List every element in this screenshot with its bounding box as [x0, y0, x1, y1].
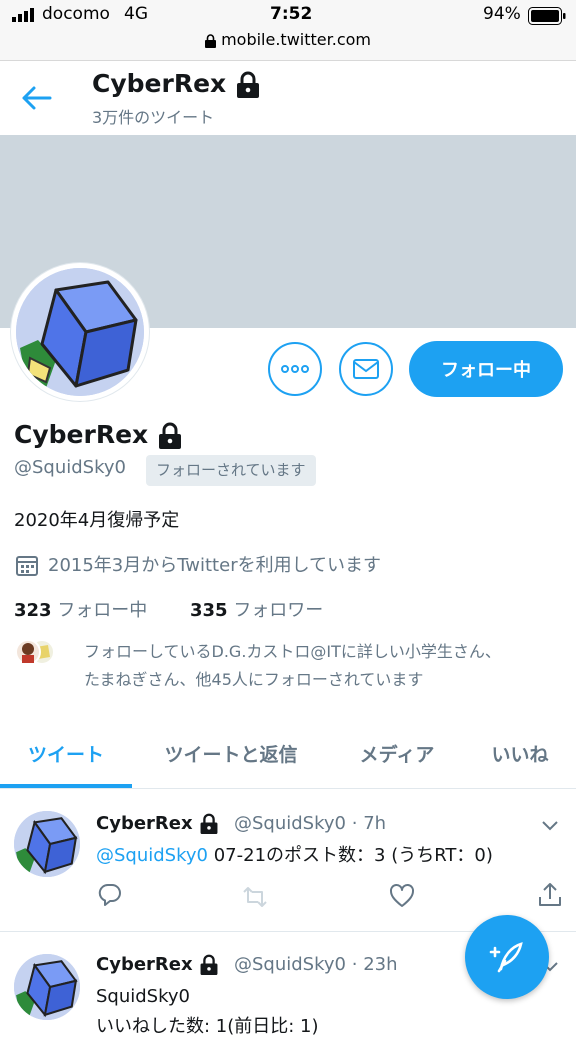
back-arrow-icon[interactable] [20, 85, 54, 111]
tab-tweets[interactable]: ツイート [0, 718, 132, 788]
tweet-meta: @SquidSky0 · 23h [234, 954, 398, 975]
chevron-down-icon[interactable] [540, 819, 560, 833]
compose-tweet-button[interactable] [465, 915, 549, 999]
protected-lock-icon [200, 954, 218, 975]
profile-handle: @SquidSky0 [14, 457, 126, 478]
mutual-followers-avatars[interactable] [14, 637, 74, 667]
meta-separator: · [351, 954, 358, 975]
followers-stat[interactable]: 335 フォロワー [190, 596, 323, 622]
protected-lock-icon [200, 813, 218, 834]
share-icon[interactable] [537, 882, 563, 908]
following-count: 323 [14, 600, 52, 621]
lock-icon [204, 33, 216, 48]
tweet-author[interactable]: CyberRex [96, 954, 219, 976]
following-stat[interactable]: 323 フォロー中 [14, 596, 147, 622]
tweet-text-body: 07-21のポスト数：3 (うちRT：0) [208, 845, 493, 866]
tweet-avatar[interactable] [14, 954, 80, 1020]
tweet-author[interactable]: CyberRex [96, 813, 219, 835]
meta-separator: · [351, 813, 358, 834]
tweet-avatar[interactable] [14, 811, 80, 877]
signal-icon [12, 8, 34, 22]
heart-icon[interactable] [389, 883, 415, 909]
profile-header: CyberRex 3万件のツイート [0, 61, 576, 135]
header-name: CyberRex [92, 69, 227, 98]
network-type: 4G [124, 4, 148, 24]
profile-tabs: ツイート ツイートと返信 メディア いいね [0, 718, 576, 789]
profile-bio: 2020年4月復帰予定 [14, 510, 180, 531]
envelope-icon [353, 359, 379, 379]
followers-count: 335 [190, 600, 228, 621]
tweet-time[interactable]: 23h [363, 954, 397, 975]
tweet-item[interactable]: CyberRex @SquidSky0 · 7h @SquidSky0 07-2… [0, 789, 576, 932]
compose-feather-icon [489, 942, 523, 973]
more-dots-icon [281, 365, 309, 373]
carrier-name: docomo [42, 4, 110, 24]
tweet-handle: @SquidSky0 [234, 813, 346, 834]
calendar-icon [16, 556, 38, 576]
tab-likes[interactable]: いいね [474, 718, 566, 788]
header-title: CyberRex [92, 69, 261, 99]
followers-label: フォロワー [233, 600, 324, 621]
profile-avatar[interactable] [11, 263, 149, 401]
active-tab-indicator [0, 784, 132, 788]
profile-name-row: CyberRex [14, 420, 183, 450]
protected-lock-icon [236, 71, 259, 98]
tweet-text-line: いいねした数: 1(前日比: 1) [96, 1016, 319, 1037]
battery-percent: 94% [483, 4, 521, 24]
followed-by-line1: フォローしているD.G.カストロ@ITに詳しい小学生さん、 [84, 642, 501, 661]
message-button[interactable] [339, 342, 393, 396]
browser-status-bar: docomo 4G 7:52 94% mobile.twitter.com [0, 0, 576, 61]
profile-name: CyberRex [14, 420, 149, 449]
follows-you-badge: フォローされています [146, 455, 316, 486]
retweet-icon[interactable] [242, 884, 268, 910]
address-bar[interactable]: mobile.twitter.com [0, 30, 576, 49]
tweet-author-name: CyberRex [96, 813, 193, 834]
followed-by-text[interactable]: フォローしているD.G.カストロ@ITに詳しい小学生さん、 たまねぎさん、他45… [84, 638, 564, 694]
followed-by-line2: たまねぎさん、他45人にフォローされています [84, 670, 424, 689]
following-button[interactable]: フォロー中 [409, 341, 563, 397]
tweet-meta: @SquidSky0 · 7h [234, 813, 386, 834]
more-options-button[interactable] [268, 342, 322, 396]
tweet-time[interactable]: 7h [363, 813, 386, 834]
url-text: mobile.twitter.com [221, 30, 371, 49]
battery-icon [528, 7, 566, 25]
tweet-handle: @SquidSky0 [234, 954, 346, 975]
reply-icon[interactable] [97, 882, 123, 908]
tweet-author-name: CyberRex [96, 954, 193, 975]
cube-character-image [14, 811, 80, 877]
join-date: 2015年3月からTwitterを利用しています [48, 555, 382, 576]
tweet-text: @SquidSky0 07-21のポスト数：3 (うちRT：0) [96, 841, 493, 871]
cube-character-image [16, 268, 144, 396]
tweet-text: SquidSky0 いいねした数: 1(前日比: 1) [96, 982, 319, 1042]
header-tweet-count: 3万件のツイート [92, 108, 215, 127]
clock: 7:52 [270, 4, 313, 24]
protected-lock-icon [158, 422, 181, 449]
following-label: フォロー中 [57, 600, 148, 621]
tab-tweets-replies[interactable]: ツイートと返信 [140, 718, 322, 788]
tab-media[interactable]: メディア [340, 718, 454, 788]
tweet-mention[interactable]: @SquidSky0 [96, 845, 208, 866]
cube-character-image [14, 954, 80, 1020]
tweet-text-line: SquidSky0 [96, 986, 190, 1007]
